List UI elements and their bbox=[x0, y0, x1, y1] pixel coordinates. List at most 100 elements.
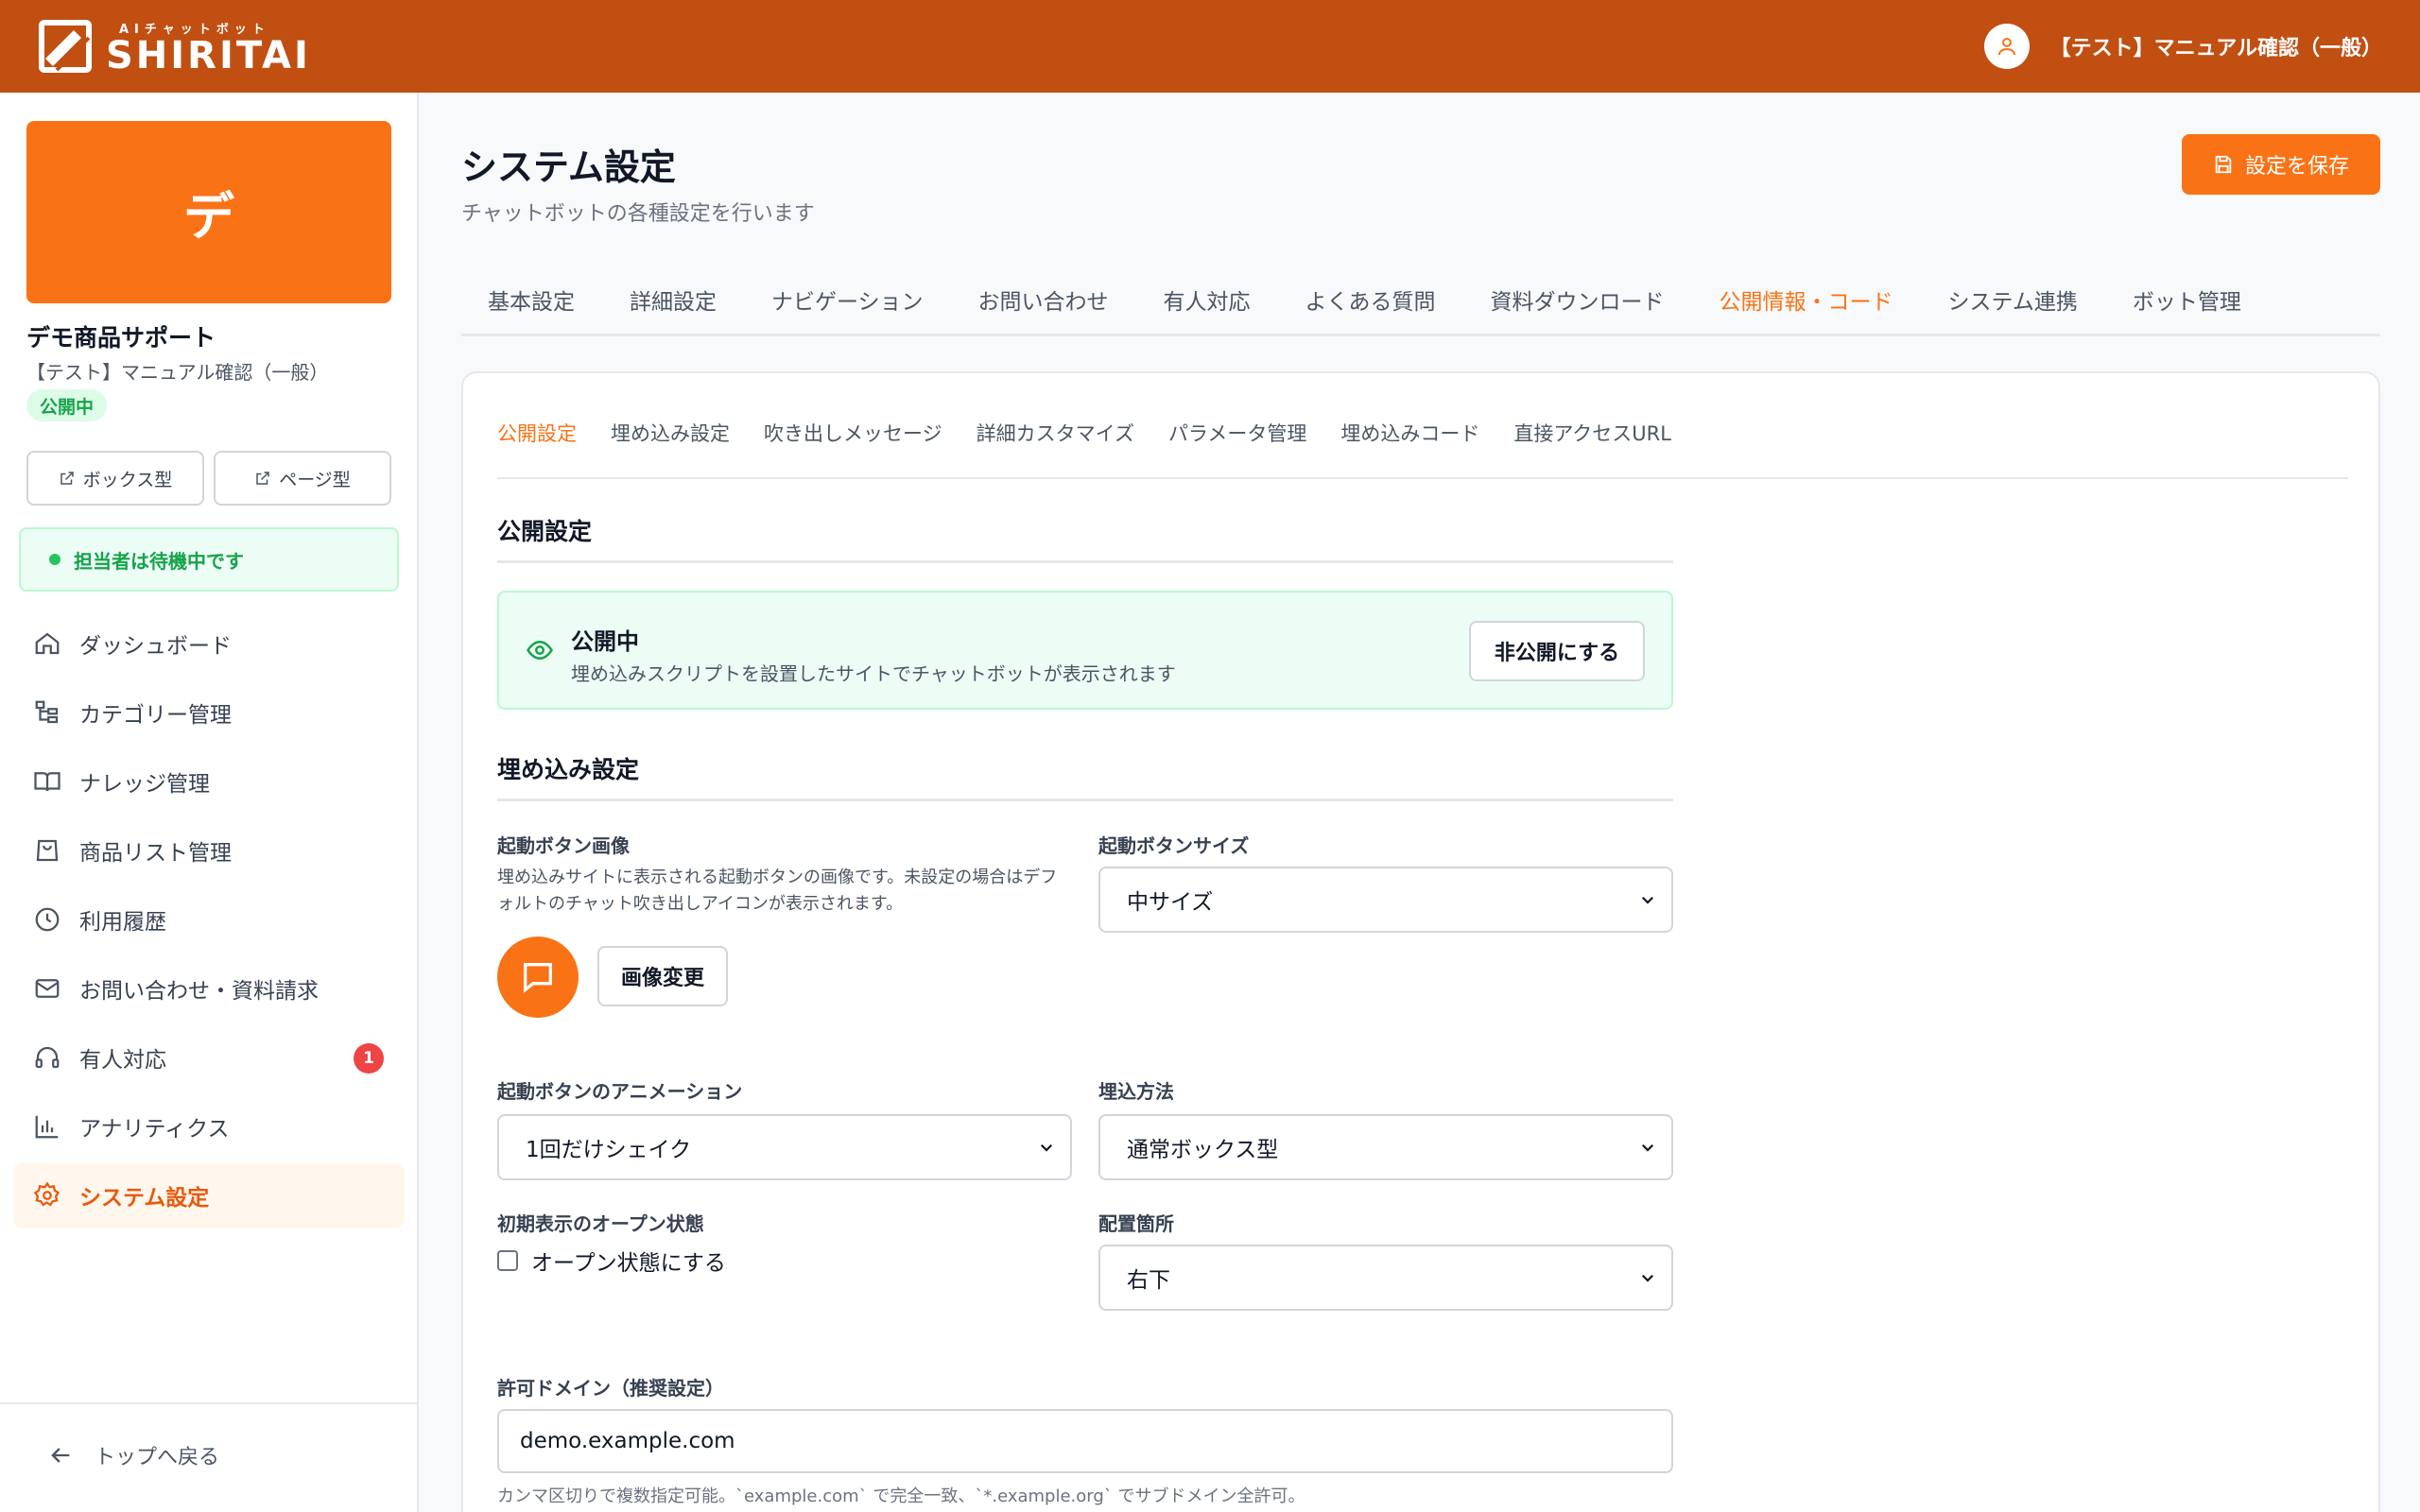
page-type-label: ページ型 bbox=[279, 469, 351, 490]
user-icon bbox=[1983, 24, 2030, 69]
save-settings-label: 設定を保存 bbox=[2244, 155, 2349, 179]
sidebar-item-categories[interactable]: カテゴリー管理 bbox=[13, 679, 405, 746]
change-image-button[interactable]: 画像変更 bbox=[597, 946, 728, 1006]
tab-basic[interactable]: 基本設定 bbox=[461, 263, 601, 336]
subtab-parameters[interactable]: パラメータ管理 bbox=[1168, 419, 1306, 447]
user-menu[interactable]: 【テスト】マニュアル確認（一般） bbox=[1983, 24, 2382, 69]
mail-icon bbox=[32, 973, 62, 1004]
embed-section-title: 埋め込み設定 bbox=[497, 751, 1673, 801]
box-type-preview-button[interactable]: ボックス型 bbox=[26, 451, 204, 506]
allowed-domain-input[interactable]: demo.example.com bbox=[497, 1409, 1673, 1473]
sidebar-item-inquiries[interactable]: お問い合わせ・資料請求 bbox=[13, 955, 405, 1022]
sidebar-item-label: お問い合わせ・資料請求 bbox=[79, 979, 319, 1004]
sidebar-item-analytics[interactable]: アナリティクス bbox=[13, 1093, 405, 1160]
subtab-embed-settings[interactable]: 埋め込み設定 bbox=[611, 419, 730, 447]
status-badge: 公開中 bbox=[26, 389, 108, 421]
book-icon bbox=[32, 766, 62, 797]
tab-document-download[interactable]: 資料ダウンロード bbox=[1464, 263, 1691, 336]
sidebar-item-live-support[interactable]: 有人対応 1 bbox=[13, 1024, 405, 1091]
initial-open-checkbox[interactable] bbox=[497, 1250, 518, 1271]
clock-icon bbox=[32, 904, 62, 935]
button-size-label: 起動ボタンサイズ bbox=[1098, 834, 1250, 857]
initial-open-option: オープン状態にする bbox=[497, 1245, 726, 1277]
sidebar-item-label: ダッシュボード bbox=[79, 634, 232, 659]
logo[interactable]: AIチャットボット SHIRITAI bbox=[38, 19, 311, 75]
page-type-preview-button[interactable]: ページ型 bbox=[214, 451, 391, 506]
bar-chart-icon bbox=[32, 1111, 62, 1142]
sidebar: デ デモ商品サポート 【テスト】マニュアル確認（一般） 公開中 ボックス型 ペー… bbox=[0, 93, 419, 1512]
external-link-icon bbox=[60, 472, 74, 485]
top-header: AIチャットボット SHIRITAI 【テスト】マニュアル確認（一般） bbox=[0, 0, 2420, 93]
back-to-top-label: トップへ戻る bbox=[95, 1446, 220, 1469]
chevron-down-icon bbox=[1641, 1143, 1654, 1152]
initial-open-checkbox-label[interactable]: オープン状態にする bbox=[531, 1245, 726, 1277]
tab-inquiry[interactable]: お問い合わせ bbox=[952, 263, 1135, 336]
save-settings-button[interactable]: 設定を保存 bbox=[2182, 134, 2380, 195]
button-size-value: 中サイズ bbox=[1127, 890, 1214, 915]
sidebar-item-label: 商品リスト管理 bbox=[79, 841, 232, 866]
tab-live-support[interactable]: 有人対応 bbox=[1137, 263, 1277, 336]
page-title: システム設定 bbox=[461, 146, 676, 188]
tab-bot-management[interactable]: ボット管理 bbox=[2106, 263, 2268, 336]
subtab-embed-code[interactable]: 埋め込みコード bbox=[1340, 419, 1479, 447]
embed-method-select[interactable]: 通常ボックス型 bbox=[1098, 1114, 1673, 1180]
button-image-help: 埋め込みサイトに表示される起動ボタンの画像です。未設定の場合はデフォルトのチャッ… bbox=[497, 868, 1058, 914]
sidebar-item-label: システム設定 bbox=[79, 1186, 210, 1211]
home-icon bbox=[32, 628, 62, 659]
shopping-bag-icon bbox=[32, 835, 62, 866]
tab-advanced[interactable]: 詳細設定 bbox=[603, 263, 743, 336]
tab-faq[interactable]: よくある質問 bbox=[1279, 263, 1462, 336]
sidebar-item-label: 利用履歴 bbox=[79, 910, 166, 935]
bot-name: デモ商品サポート bbox=[26, 324, 216, 352]
gear-icon bbox=[32, 1180, 62, 1211]
operator-status-text: 担当者は待機中です bbox=[74, 549, 244, 573]
subtab-balloon-message[interactable]: 吹き出しメッセージ bbox=[764, 419, 942, 447]
allowed-domain-label: 許可ドメイン（推奨設定） bbox=[497, 1377, 724, 1400]
chevron-down-icon bbox=[1641, 896, 1654, 904]
logo-mark-icon bbox=[38, 19, 93, 74]
user-name: 【テスト】マニュアル確認（一般） bbox=[2049, 37, 2382, 60]
subtab-direct-url[interactable]: 直接アクセスURL bbox=[1513, 419, 1671, 447]
tab-system-integration[interactable]: システム連携 bbox=[1922, 263, 2104, 336]
box-type-label: ボックス型 bbox=[82, 469, 173, 490]
sidebar-item-history[interactable]: 利用履歴 bbox=[13, 886, 405, 953]
position-select[interactable]: 右下 bbox=[1098, 1245, 1673, 1311]
sidebar-item-label: カテゴリー管理 bbox=[79, 703, 232, 728]
external-link-icon bbox=[256, 472, 269, 485]
initial-open-label: 初期表示のオープン状態 bbox=[497, 1212, 704, 1235]
sidebar-item-system-settings[interactable]: システム設定 bbox=[13, 1162, 405, 1228]
sidebar-item-label: ナレッジ管理 bbox=[79, 772, 210, 797]
subtab-publish-settings[interactable]: 公開設定 bbox=[497, 419, 577, 447]
chevron-down-icon bbox=[1040, 1143, 1053, 1152]
tab-navigation[interactable]: ナビゲーション bbox=[745, 263, 950, 336]
notification-badge: 1 bbox=[354, 1043, 384, 1074]
eye-icon bbox=[526, 636, 554, 668]
embed-method-label: 埋込方法 bbox=[1098, 1080, 1174, 1103]
publish-section-title: 公開設定 bbox=[497, 513, 1673, 563]
embed-method-value: 通常ボックス型 bbox=[1127, 1138, 1279, 1162]
animation-select[interactable]: 1回だけシェイク bbox=[497, 1114, 1072, 1180]
unpublish-button[interactable]: 非公開にする bbox=[1469, 621, 1645, 681]
save-icon bbox=[2215, 155, 2232, 174]
operator-status: 担当者は待機中です bbox=[19, 527, 399, 592]
publish-status-box: 公開中 埋め込みスクリプトを設置したサイトでチャットボットが表示されます 非公開… bbox=[497, 591, 1673, 710]
launch-button-preview bbox=[497, 936, 579, 1018]
button-size-select[interactable]: 中サイズ bbox=[1098, 867, 1673, 933]
sidebar-item-knowledge[interactable]: ナレッジ管理 bbox=[13, 748, 405, 815]
tab-publish-code[interactable]: 公開情報・コード bbox=[1693, 263, 1920, 336]
arrow-left-icon bbox=[51, 1448, 70, 1463]
settings-panel: 公開設定 埋め込み設定 吹き出しメッセージ 詳細カスタマイズ パラメータ管理 埋… bbox=[461, 371, 2380, 1512]
animation-value: 1回だけシェイク bbox=[526, 1138, 692, 1162]
publish-status-title: 公開中 bbox=[571, 628, 639, 655]
subtab-custom-style[interactable]: 詳細カスタマイズ bbox=[977, 419, 1134, 447]
sidebar-item-dashboard[interactable]: ダッシュボード bbox=[13, 610, 405, 677]
sidebar-item-products[interactable]: 商品リスト管理 bbox=[13, 817, 405, 884]
back-to-top-link[interactable]: トップへ戻る bbox=[47, 1440, 219, 1470]
position-value: 右下 bbox=[1127, 1268, 1170, 1293]
animation-label: 起動ボタンのアニメーション bbox=[497, 1080, 743, 1103]
allowed-domain-hint: カンマ区切りで複数指定可能。`example.com` で完全一致、`*.exa… bbox=[497, 1486, 1305, 1506]
logo-title: SHIRITAI bbox=[106, 33, 311, 77]
chevron-down-icon bbox=[1641, 1274, 1654, 1282]
page-subtitle: チャットボットの各種設定を行います bbox=[461, 202, 815, 226]
chat-bubble-icon bbox=[524, 963, 552, 993]
